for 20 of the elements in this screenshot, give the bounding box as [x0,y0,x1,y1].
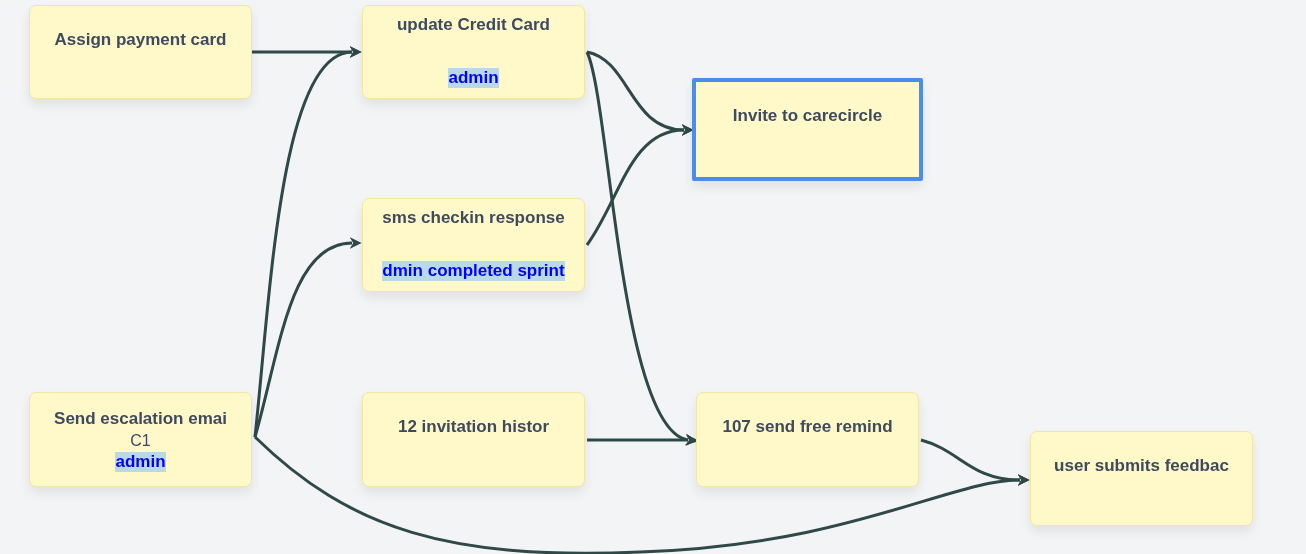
process-node[interactable]: 12 invitation histor [362,392,585,487]
process-node[interactable]: Send escalation emai C1 admin [29,392,252,487]
node-title: user submits feedbac [1054,455,1229,477]
user-tag: dmin completed sprint [382,261,565,281]
process-node[interactable]: update Credit Card admin [362,5,585,99]
process-node[interactable]: user submits feedbac [1030,431,1253,526]
node-title: update Credit Card [397,14,550,36]
user-tag: admin [115,451,166,472]
process-node[interactable]: 107 send free remind [696,392,919,487]
node-title: Invite to carecircle [732,105,883,127]
node-title: 107 send free remind [722,416,893,438]
process-node[interactable]: sms checkin response dmin completed sprint [362,198,585,292]
node-subtitle: C1 [130,430,151,451]
node-title: sms checkin response [382,207,565,229]
node-title: Send escalation emai [54,407,227,430]
user-tag: admin [448,68,499,88]
node-title: Assign payment card [54,29,227,51]
node-title: 12 invitation histor [397,416,550,438]
process-node[interactable]: Assign payment card [29,5,252,99]
process-node[interactable]: Invite to carecircle [692,78,923,181]
